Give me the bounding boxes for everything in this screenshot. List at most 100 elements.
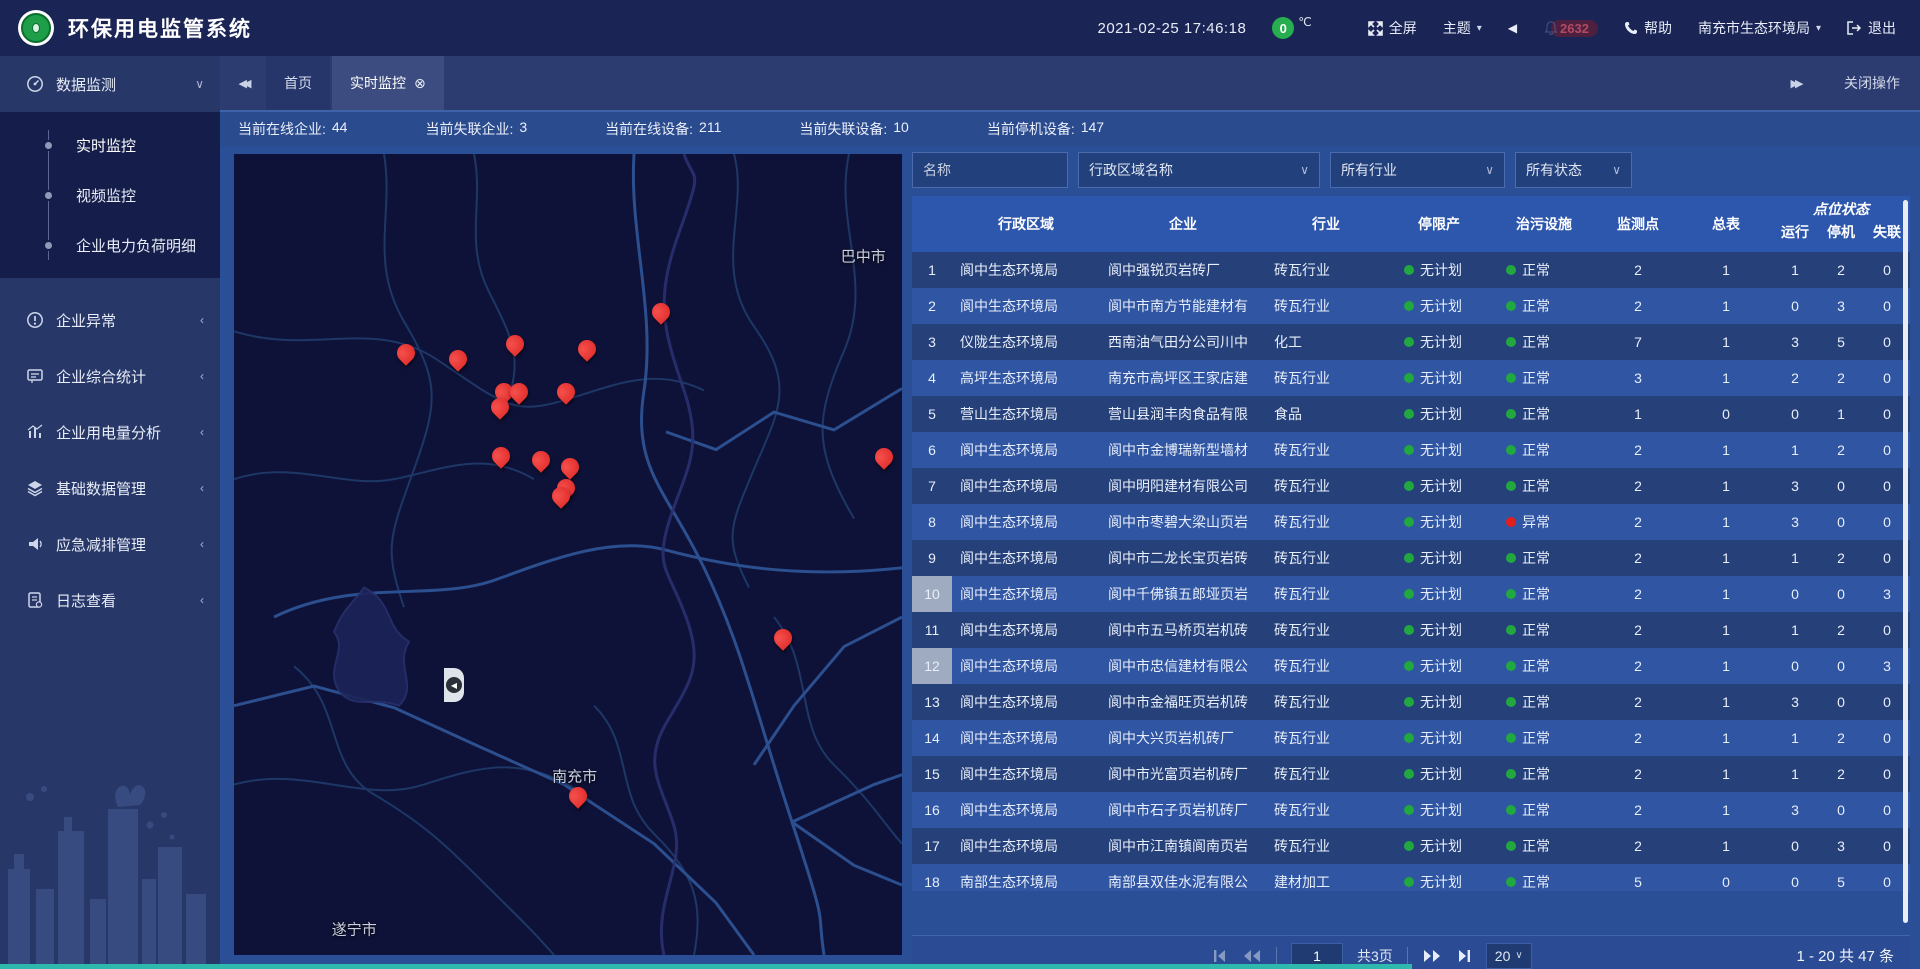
org-label: 南充市生态环境局 bbox=[1698, 18, 1810, 38]
prev-page-button[interactable] bbox=[1242, 949, 1262, 963]
table-row[interactable]: 17 阆中生态环境局 阆中市江南镇阆南页岩 砖瓦行业 无计划 正常 2 1 0 … bbox=[912, 828, 1910, 864]
tabs-scroll-right-button[interactable]: ▶▶ bbox=[1772, 77, 1818, 90]
facility-status-label: 正常 bbox=[1522, 260, 1550, 280]
sidebar-item-base-data-management[interactable]: 基础数据管理 ‹ bbox=[0, 460, 220, 516]
help-button[interactable]: 帮助 bbox=[1624, 18, 1672, 38]
cell-index: 10 bbox=[912, 576, 952, 612]
cell-running: 0 bbox=[1772, 288, 1818, 324]
sidebar-item-realtime-monitoring[interactable]: 实时监控 bbox=[0, 120, 220, 170]
cell-pollution-facility: 正常 bbox=[1492, 720, 1596, 756]
cell-stop-production: 无计划 bbox=[1386, 360, 1492, 396]
sidebar-item-power-load-detail[interactable]: 企业电力负荷明细 bbox=[0, 220, 220, 270]
temperature: 0 ℃ bbox=[1272, 17, 1311, 39]
stop-status-label: 无计划 bbox=[1420, 800, 1462, 820]
cell-running: 0 bbox=[1772, 828, 1818, 864]
table-scrollbar[interactable] bbox=[1903, 200, 1908, 923]
last-page-button[interactable] bbox=[1456, 949, 1472, 963]
sidebar-item-power-usage-analysis[interactable]: 企业用电量分析 ‹ bbox=[0, 404, 220, 460]
megaphone-icon bbox=[26, 535, 44, 553]
table-row[interactable]: 10 阆中生态环境局 阆中千佛镇五郎垭页岩 砖瓦行业 无计划 正常 2 1 0 … bbox=[912, 576, 1910, 612]
table-row[interactable]: 15 阆中生态环境局 阆中市光富页岩机砖厂 砖瓦行业 无计划 正常 2 1 1 … bbox=[912, 756, 1910, 792]
table-row[interactable]: 18 南部生态环境局 南部县双佳水泥有限公 建材加工 无计划 正常 5 0 0 … bbox=[912, 864, 1910, 891]
notification-button[interactable]: 2632 bbox=[1543, 20, 1598, 37]
tab-realtime-monitoring[interactable]: 实时监控 ⊗ bbox=[332, 56, 444, 110]
stop-status-label: 无计划 bbox=[1420, 656, 1462, 676]
cell-industry: 砖瓦行业 bbox=[1266, 540, 1386, 576]
mute-speaker-button[interactable]: ◀ bbox=[1508, 21, 1517, 35]
logout-button[interactable]: 退出 bbox=[1847, 18, 1896, 38]
cell-industry: 砖瓦行业 bbox=[1266, 252, 1386, 288]
region-filter-select[interactable]: 行政区域名称 ∨ bbox=[1078, 152, 1320, 188]
bullet-icon bbox=[43, 140, 54, 151]
cell-stopped: 1 bbox=[1818, 396, 1864, 432]
first-page-button[interactable] bbox=[1212, 949, 1228, 963]
next-page-button[interactable] bbox=[1422, 949, 1442, 963]
map-canvas[interactable]: 巴中市南充市遂宁市 bbox=[234, 154, 902, 955]
chevron-down-icon: ∨ bbox=[1485, 163, 1494, 177]
table-row[interactable]: 1 阆中生态环境局 阆中强锐页岩砖厂 砖瓦行业 无计划 正常 2 1 1 2 0 bbox=[912, 252, 1910, 288]
facility-status-dot bbox=[1506, 373, 1516, 383]
industry-filter-select[interactable]: 所有行业 ∨ bbox=[1330, 152, 1505, 188]
main-content: 巴中市南充市遂宁市 ◀ 行政区域名称 ∨ 所有行业 ∨ 所有状态 ∨ bbox=[220, 146, 1920, 969]
table-row[interactable]: 14 阆中生态环境局 阆中大兴页岩机砖厂 砖瓦行业 无计划 正常 2 1 1 2… bbox=[912, 720, 1910, 756]
table-row[interactable]: 2 阆中生态环境局 阆中市南方节能建材有 砖瓦行业 无计划 正常 2 1 0 3… bbox=[912, 288, 1910, 324]
pagination-range-label: 1 - 20 共 47 条 bbox=[1796, 945, 1910, 966]
cell-index: 7 bbox=[912, 468, 952, 504]
cell-index: 16 bbox=[912, 792, 952, 828]
table-row[interactable]: 12 阆中生态环境局 阆中市忠信建材有限公 砖瓦行业 无计划 正常 2 1 0 … bbox=[912, 648, 1910, 684]
column-header-monitoring-points: 监测点 bbox=[1596, 196, 1680, 252]
cell-stopped: 5 bbox=[1818, 864, 1864, 891]
bottom-accent-strip bbox=[0, 964, 1412, 969]
table-row[interactable]: 7 阆中生态环境局 阆中明阳建材有限公司 砖瓦行业 无计划 正常 2 1 3 0… bbox=[912, 468, 1910, 504]
environment-logo-icon bbox=[21, 13, 51, 43]
table-row[interactable]: 8 阆中生态环境局 阆中市枣碧大梁山页岩 砖瓦行业 无计划 异常 2 1 3 0… bbox=[912, 504, 1910, 540]
theme-dropdown[interactable]: 主题 ▾ bbox=[1443, 18, 1482, 38]
sidebar-item-label: 应急减排管理 bbox=[56, 534, 146, 555]
status-dot-green bbox=[1404, 553, 1414, 563]
chevron-left-icon: ‹ bbox=[200, 369, 204, 383]
stop-status-label: 无计划 bbox=[1420, 476, 1462, 496]
cell-pollution-facility: 正常 bbox=[1492, 576, 1596, 612]
table-row[interactable]: 13 阆中生态环境局 阆中市金福旺页岩机砖 砖瓦行业 无计划 正常 2 1 3 … bbox=[912, 684, 1910, 720]
tab-home[interactable]: 首页 bbox=[266, 56, 330, 110]
facility-status-label: 正常 bbox=[1522, 296, 1550, 316]
sidebar-item-emergency-reduction[interactable]: 应急减排管理 ‹ bbox=[0, 516, 220, 572]
facility-status-label: 正常 bbox=[1522, 440, 1550, 460]
tabs-scroll-left-button[interactable]: ◀◀ bbox=[220, 56, 266, 110]
sidebar-collapse-button[interactable]: ◀ bbox=[444, 668, 464, 702]
table-row[interactable]: 9 阆中生态环境局 阆中市二龙长宝页岩砖 砖瓦行业 无计划 正常 2 1 1 2… bbox=[912, 540, 1910, 576]
cell-index: 5 bbox=[912, 396, 952, 432]
sidebar-item-video-monitoring[interactable]: 视频监控 bbox=[0, 170, 220, 220]
sidebar-item-data-monitoring[interactable]: 数据监测 ∨ bbox=[0, 56, 220, 112]
name-filter-field[interactable] bbox=[912, 152, 1068, 188]
table-row[interactable]: 4 高坪生态环境局 南充市高坪区王家店建 砖瓦行业 无计划 正常 3 1 2 2… bbox=[912, 360, 1910, 396]
sidebar-item-enterprise-abnormal[interactable]: 企业异常 ‹ bbox=[0, 292, 220, 348]
city-label: 巴中市 bbox=[841, 245, 886, 266]
close-operations-button[interactable]: 关闭操作 bbox=[1844, 73, 1900, 93]
city-label: 南充市 bbox=[552, 766, 597, 787]
cell-region: 阆中生态环境局 bbox=[952, 252, 1100, 288]
stop-status-label: 无计划 bbox=[1420, 620, 1462, 640]
sidebar-item-enterprise-statistics[interactable]: 企业综合统计 ‹ bbox=[0, 348, 220, 404]
table-row[interactable]: 11 阆中生态环境局 阆中市五马桥页岩机砖 砖瓦行业 无计划 正常 2 1 1 … bbox=[912, 612, 1910, 648]
page-size-select[interactable]: 20 ∨ bbox=[1486, 943, 1532, 969]
enterprise-table: 行政区域 企业 行业 停限产 治污设施 监测点 总表 点位状态 运行 停机 失联… bbox=[912, 196, 1910, 931]
fullscreen-button[interactable]: 全屏 bbox=[1368, 18, 1417, 38]
table-row[interactable]: 16 阆中生态环境局 阆中市石子页岩机砖厂 砖瓦行业 无计划 正常 2 1 3 … bbox=[912, 792, 1910, 828]
column-header-pollution-facility: 治污设施 bbox=[1492, 196, 1596, 252]
status-dot-green bbox=[1404, 661, 1414, 671]
close-icon[interactable]: ⊗ bbox=[414, 75, 426, 92]
temperature-unit: ℃ bbox=[1298, 15, 1311, 29]
stop-status-label: 无计划 bbox=[1420, 260, 1462, 280]
sidebar-item-log-view[interactable]: 日志查看 ‹ bbox=[0, 572, 220, 628]
cell-stop-production: 无计划 bbox=[1386, 432, 1492, 468]
table-row[interactable]: 5 营山生态环境局 营山县润丰肉食品有限 食品 无计划 正常 1 0 0 1 0 bbox=[912, 396, 1910, 432]
status-filter-select[interactable]: 所有状态 ∨ bbox=[1515, 152, 1632, 188]
name-filter-input[interactable] bbox=[923, 162, 1057, 178]
cell-industry: 砖瓦行业 bbox=[1266, 468, 1386, 504]
org-dropdown[interactable]: 南充市生态环境局 ▾ bbox=[1698, 18, 1821, 38]
cell-running: 0 bbox=[1772, 648, 1818, 684]
cell-running: 1 bbox=[1772, 432, 1818, 468]
table-row[interactable]: 3 仪陇生态环境局 西南油气田分公司川中 化工 无计划 正常 7 1 3 5 0 bbox=[912, 324, 1910, 360]
table-row[interactable]: 6 阆中生态环境局 阆中市金博瑞新型墙材 砖瓦行业 无计划 正常 2 1 1 2… bbox=[912, 432, 1910, 468]
